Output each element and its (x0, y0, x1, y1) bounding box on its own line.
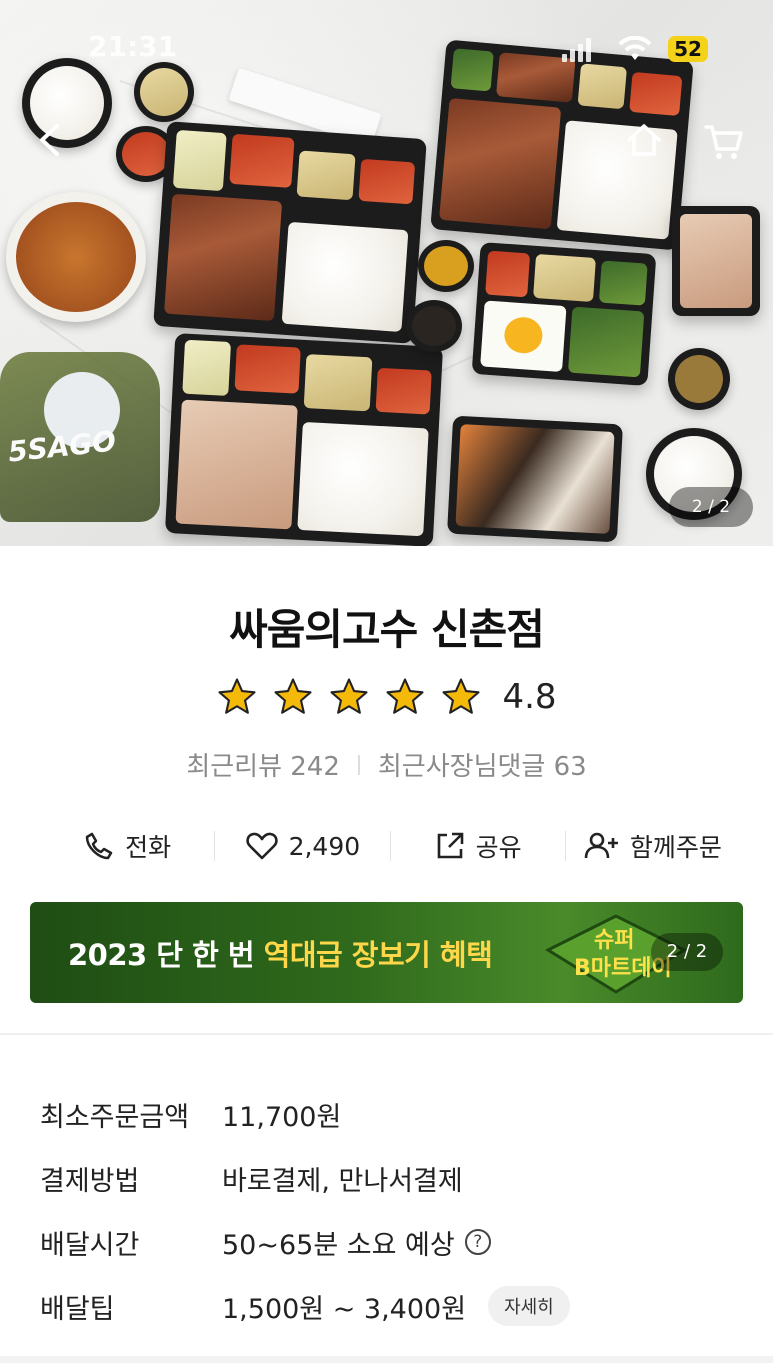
section-divider (0, 1356, 773, 1363)
back-arrow-icon (40, 124, 59, 156)
back-button[interactable] (26, 116, 74, 164)
heart-icon (245, 832, 278, 860)
noodle-tray (447, 415, 623, 543)
rating-value: 4.8 (502, 677, 557, 717)
star-icon (330, 678, 369, 714)
home-icon (627, 124, 661, 156)
sauce-bowl (406, 300, 462, 352)
min-order-row: 최소주문금액 11,700원 (40, 1082, 740, 1146)
share-label: 공유 (475, 833, 522, 862)
min-order-value: 11,700원 (222, 1101, 342, 1133)
group-order-label: 함께주문 (629, 833, 722, 862)
like-button[interactable]: 2,490 (215, 830, 389, 862)
sauce-bowl (418, 240, 474, 292)
soup-bowl (6, 192, 146, 322)
cart-button[interactable] (700, 118, 748, 166)
cart-icon (704, 125, 743, 159)
delivery-tip-row: 배달팁 1,500원 ~ 3,400원 자세히 (40, 1274, 740, 1338)
side-tray (672, 206, 760, 316)
group-order-button[interactable]: 함께주문 (566, 828, 740, 864)
delivery-time-label: 배달시간 (40, 1229, 140, 1261)
delivery-tip-label: 배달팁 (40, 1293, 115, 1325)
lunchbox-tray (153, 121, 427, 344)
section-divider (0, 1033, 773, 1035)
banner-text-highlight: 역대급 장보기 혜택 (263, 938, 493, 972)
star-icon (218, 678, 257, 714)
lunchbox-tray (164, 333, 444, 546)
store-name: 싸움의고수 신촌점 (229, 605, 545, 654)
review-stats: 최근리뷰 242 최근사장님댓글 63 (0, 746, 773, 783)
call-label: 전화 (125, 833, 172, 862)
phone-icon (85, 832, 113, 860)
rating-row: 4.8 (0, 676, 773, 718)
star-icon (442, 678, 481, 714)
lunchbox-tray (471, 242, 657, 386)
action-bar: 전화 2,490 공유 함께주문 (40, 818, 740, 874)
image-page-indicator: 2 / 2 (669, 487, 753, 527)
recent-reviews-link[interactable]: 최근리뷰 242 (186, 746, 340, 783)
payment-method-label: 결제방법 (40, 1165, 140, 1197)
promo-banner[interactable]: 2023 단 한 번 역대급 장보기 혜택 슈퍼 B마트데이 2 / 2 (30, 902, 743, 1003)
delivery-tip-value: 1,500원 ~ 3,400원 (222, 1293, 467, 1325)
store-details: 최소주문금액 11,700원 결제방법 바로결제, 만나서결제 배달시간 50~… (40, 1082, 740, 1338)
hero-image[interactable]: 5SAGO 21:31 52 2 / 2 (0, 0, 773, 546)
sprout-bowl (134, 62, 194, 122)
min-order-label: 최소주문금액 (40, 1101, 190, 1133)
payment-method-row: 결제방법 바로결제, 만나서결제 (40, 1146, 740, 1210)
banner-page-indicator: 2 / 2 (651, 933, 723, 971)
like-count: 2,490 (288, 831, 361, 861)
star-icon (386, 678, 425, 714)
share-icon (437, 832, 463, 859)
wifi-icon (618, 36, 652, 60)
owner-replies-link[interactable]: 최근사장님댓글 63 (378, 746, 587, 783)
brand-package: 5SAGO (0, 352, 160, 522)
status-bar: 21:31 52 (0, 30, 773, 70)
status-time: 21:31 (88, 30, 178, 63)
separator (357, 754, 360, 775)
side-bowl (668, 348, 730, 410)
banner-text: 2023 단 한 번 역대급 장보기 혜택 (68, 932, 493, 974)
signal-icon (562, 38, 591, 62)
delivery-time-row: 배달시간 50~65분 소요 예상 ? (40, 1210, 740, 1274)
call-button[interactable]: 전화 (40, 828, 214, 864)
battery-indicator: 52 (668, 36, 708, 62)
payment-method-value: 바로결제, 만나서결제 (222, 1165, 463, 1197)
share-button[interactable]: 공유 (391, 828, 565, 864)
delivery-tip-detail-button[interactable]: 자세히 (488, 1286, 570, 1326)
add-person-icon (584, 832, 618, 859)
banner-text-prefix: 2023 단 한 번 (68, 938, 264, 972)
home-button[interactable] (620, 116, 668, 164)
delivery-time-value: 50~65분 소요 예상 (222, 1229, 455, 1261)
help-icon[interactable]: ? (464, 1229, 491, 1255)
star-icon (274, 678, 313, 714)
